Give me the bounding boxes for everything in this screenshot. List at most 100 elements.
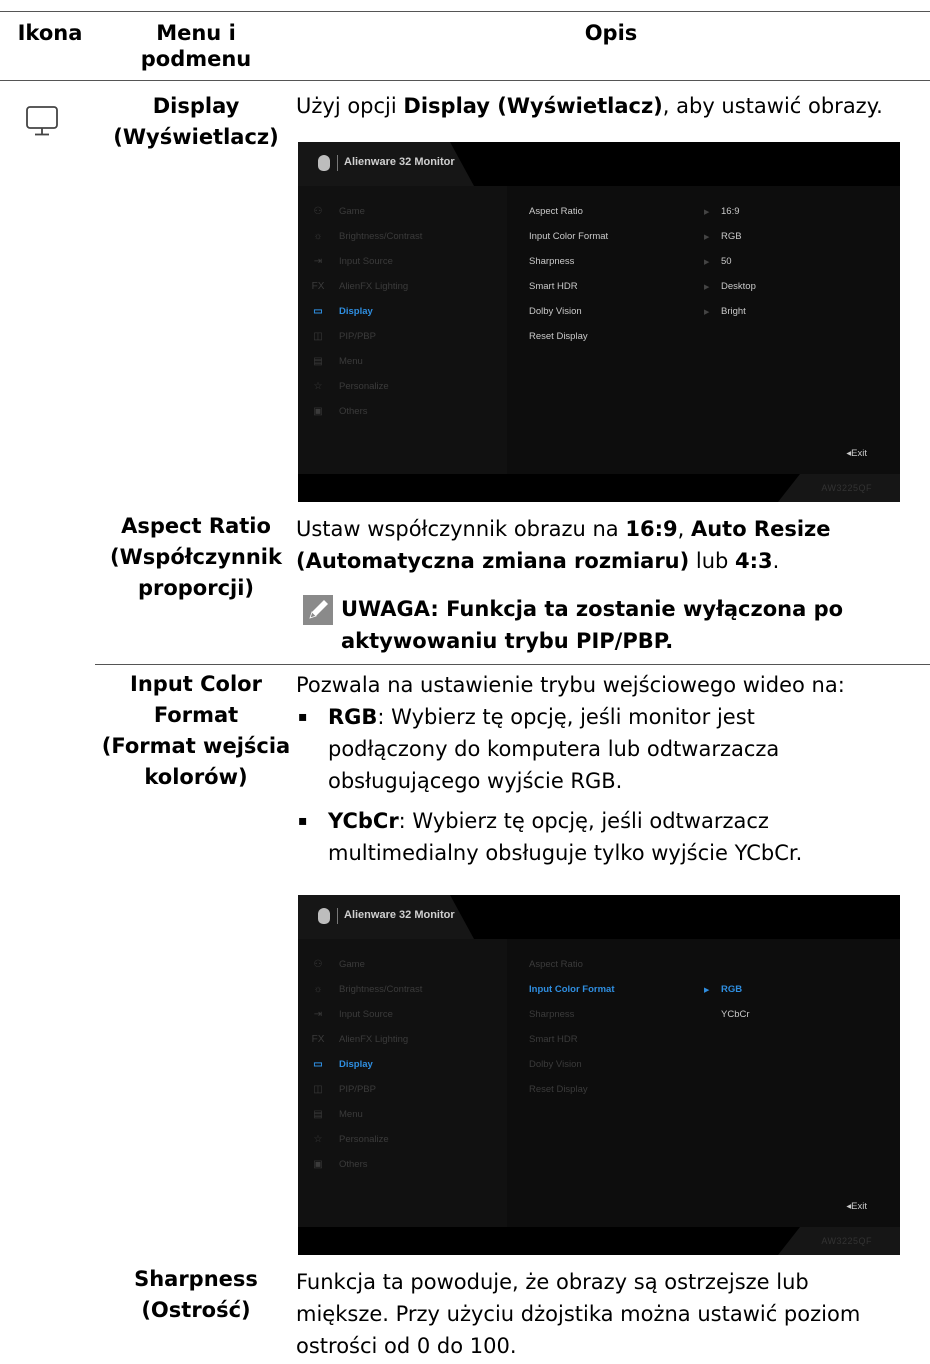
header-icon-col: Ikona — [17, 21, 83, 45]
osd-sub-smart-hdr[interactable]: Smart HDR — [529, 1034, 578, 1045]
osd-menu-item-alienfx[interactable]: FX AlienFX Lighting — [311, 1034, 409, 1048]
header-rule — [0, 80, 930, 81]
display-description: Użyj opcji Display (Wyświetlacz), aby us… — [296, 94, 883, 118]
osd-value-dolby-vision: Bright — [721, 306, 746, 317]
osd-title: Alienware 32 Monitor — [344, 909, 455, 921]
osd-title-bar: Alienware 32 Monitor — [298, 895, 900, 939]
bullet-icon: ▪ — [298, 709, 308, 725]
osd-menu-item-brightness[interactable]: ☼ Brightness/Contrast — [311, 231, 422, 245]
aspect-menu-name-line2: (Współczynnik — [110, 545, 282, 569]
osd-screenshot-input-color: Alienware 32 Monitor ⚇ Game ☼ Brightness/C… — [298, 895, 900, 1255]
osd-sub-sharpness[interactable]: Sharpness — [529, 1009, 574, 1020]
osd-sub-input-color-format[interactable]: Input Color Format — [529, 984, 615, 995]
aspect-menu-name-line1: Aspect Ratio — [121, 514, 271, 538]
arrow-right-icon: ▶ — [704, 259, 710, 266]
star-icon: ☆ — [313, 381, 323, 392]
arrow-right-icon: ▶ — [704, 209, 710, 216]
osd-menu-item-others[interactable]: ▣ Others — [311, 1159, 367, 1173]
arrow-right-icon: ▶ — [704, 284, 710, 291]
osd-title: Alienware 32 Monitor — [344, 156, 455, 168]
osd-menu-item-menu[interactable]: ▤ Menu — [311, 356, 363, 370]
osd-sub-dolby-vision[interactable]: Dolby Vision — [529, 1059, 582, 1070]
display-icon: ▭ — [313, 306, 323, 317]
aspect-description-line2: (Automatyczna zmiana rozmiaru) lub 4:3. — [296, 549, 780, 573]
osd-sub-smart-hdr[interactable]: Smart HDR — [529, 281, 578, 292]
arrow-right-icon: ▶ — [704, 987, 710, 994]
color-intro: Pozwala na ustawienie trybu wejściowego … — [296, 673, 845, 697]
sharp-description-line1: Funkcja ta powoduje, że obrazy są ostrze… — [296, 1270, 809, 1294]
rgb-option-line1: RGB: Wybierz tę opcję, jeśli monitor jes… — [328, 705, 755, 729]
menu-icon: ▤ — [313, 1109, 323, 1120]
osd-main-menu: ⚇ Game ☼ Brightness/Contrast ⇥ Input Source… — [298, 939, 507, 1227]
sharp-description-line2: miększe. Przy użyciu dżojstika można ust… — [296, 1302, 861, 1326]
header-menu-col-line2: podmenu — [140, 47, 252, 71]
sharp-menu-name-line1: Sharpness — [134, 1267, 258, 1291]
osd-exit-button[interactable]: ◂Exit — [846, 448, 867, 459]
row-divider — [95, 664, 930, 665]
brightness-icon: ☼ — [313, 231, 323, 242]
osd-sub-aspect-ratio[interactable]: Aspect Ratio — [529, 959, 583, 970]
osd-sub-dolby-vision[interactable]: Dolby Vision — [529, 306, 582, 317]
osd-sub-sharpness[interactable]: Sharpness — [529, 256, 574, 267]
osd-sub-aspect-ratio[interactable]: Aspect Ratio — [529, 206, 583, 217]
color-menu-name-line4: kolorów) — [144, 765, 248, 789]
others-icon: ▣ — [313, 1159, 323, 1170]
osd-value-sharpness: 50 — [721, 256, 732, 267]
osd-menu-item-pip[interactable]: ◫ PIP/PBP — [311, 331, 376, 345]
sharp-menu-name-line2: (Ostrość) — [141, 1298, 251, 1322]
fx-icon: FX — [311, 281, 325, 292]
osd-footer: AW3225QF — [298, 474, 900, 502]
pip-icon: ◫ — [313, 1084, 323, 1095]
osd-sub-reset-display[interactable]: Reset Display — [529, 1084, 588, 1095]
ycbcr-option-line2: multimedialny obsługuje tylko wyjście YC… — [328, 841, 803, 865]
pip-icon: ◫ — [313, 331, 323, 342]
monitor-icon — [26, 106, 58, 136]
header-menu-col-line1: Menu i — [156, 21, 236, 45]
osd-sub-input-color-format[interactable]: Input Color Format — [529, 231, 608, 242]
osd-menu-item-display[interactable]: ▭ Display — [311, 306, 373, 320]
osd-menu-item-pip[interactable]: ◫ PIP/PBP — [311, 1084, 376, 1098]
aspect-menu-name-line3: proporcji) — [137, 576, 255, 600]
osd-screenshot-display: Alienware 32 Monitor ⚇ Game ☼ Brightness/C… — [298, 142, 900, 502]
osd-menu-item-input-source[interactable]: ⇥ Input Source — [311, 1009, 393, 1023]
input-source-icon: ⇥ — [313, 256, 323, 267]
osd-menu-item-others[interactable]: ▣ Others — [311, 406, 367, 420]
osd-menu-item-menu[interactable]: ▤ Menu — [311, 1109, 363, 1123]
osd-menu-item-personalize[interactable]: ☆ Personalize — [311, 1134, 389, 1148]
color-menu-name-line2: Format — [153, 703, 239, 727]
bullet-icon: ▪ — [298, 813, 308, 829]
color-menu-name-line3: (Format wejścia — [101, 734, 291, 758]
alienware-logo-icon — [318, 908, 330, 924]
osd-menu-item-input-source[interactable]: ⇥ Input Source — [311, 256, 393, 270]
osd-option-rgb[interactable]: RGB — [721, 984, 742, 995]
note-pencil-icon — [303, 595, 333, 625]
osd-title-bar: Alienware 32 Monitor — [298, 142, 900, 186]
osd-menu-item-game[interactable]: ⚇ Game — [311, 206, 365, 220]
osd-menu-item-personalize[interactable]: ☆ Personalize — [311, 381, 389, 395]
display-menu-name-line2: (Wyświetlacz) — [113, 125, 279, 149]
osd-menu-item-display[interactable]: ▭ Display — [311, 1059, 373, 1073]
osd-value-input-color-format: RGB — [721, 231, 742, 242]
arrow-right-icon: ▶ — [704, 234, 710, 241]
gamepad-icon: ⚇ — [313, 959, 323, 970]
aspect-note-line2: aktywowaniu trybu PIP/PBP. — [341, 629, 674, 653]
osd-main-menu: ⚇ Game ☼ Brightness/Contrast ⇥ Input Source… — [298, 186, 507, 474]
osd-model-label: AW3225QF — [821, 1236, 872, 1246]
osd-option-ycbcr[interactable]: YCbCr — [721, 1009, 750, 1020]
table-top-rule — [0, 11, 930, 12]
osd-menu-item-game[interactable]: ⚇ Game — [311, 959, 365, 973]
arrow-right-icon: ▶ — [704, 309, 710, 316]
display-menu-name-line1: Display — [152, 94, 240, 118]
alienware-logo-icon — [318, 155, 330, 171]
gamepad-icon: ⚇ — [313, 206, 323, 217]
osd-value-aspect-ratio: 16:9 — [721, 206, 740, 217]
osd-menu-item-alienfx[interactable]: FX AlienFX Lighting — [311, 281, 409, 295]
aspect-note-line1: UWAGA: Funkcja ta zostanie wyłączona po — [341, 597, 844, 621]
input-source-icon: ⇥ — [313, 1009, 323, 1020]
ycbcr-option-line1: YCbCr: Wybierz tę opcję, jeśli odtwarzac… — [328, 809, 769, 833]
osd-footer: AW3225QF — [298, 1227, 900, 1255]
osd-sub-reset-display[interactable]: Reset Display — [529, 331, 588, 342]
osd-value-smart-hdr: Desktop — [721, 281, 756, 292]
osd-menu-item-brightness[interactable]: ☼ Brightness/Contrast — [311, 984, 422, 998]
osd-exit-button[interactable]: ◂Exit — [846, 1201, 867, 1212]
